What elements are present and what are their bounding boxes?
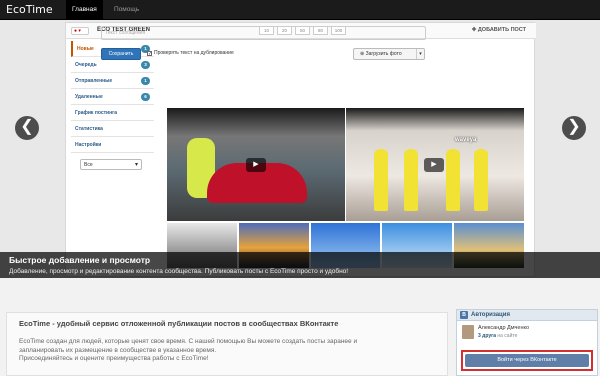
about-line: Присоединяйтесь и оцените преимущества р… [19, 355, 209, 362]
auth-title: Авторизация [471, 312, 510, 318]
caption-title: Быстрое добавление и просмотр [9, 255, 151, 265]
about-text: EcoTime создан для людей, которые ценят … [19, 338, 435, 364]
about-line: EcoTime создан для людей, которые ценят … [19, 338, 358, 345]
auth-user-name[interactable]: Александр Дмченко [478, 325, 529, 331]
add-post-button[interactable]: ✚ ДОБАВИТЬ ПОСТ [472, 27, 526, 33]
sidebar-item-label: Статистика [75, 126, 103, 132]
about-line: запланировать их размещение в сообществе… [19, 346, 217, 354]
vk-login-button[interactable]: Войти через ВКонтакте [465, 354, 589, 367]
sidebar-item-label: График постинга [75, 110, 118, 116]
sidebar-item-label: Отправленные [75, 78, 113, 84]
play-icon[interactable]: ▶ [246, 158, 266, 172]
carousel-prev-icon[interactable]: ❮ [15, 116, 39, 140]
nav-help[interactable]: Помощь [108, 0, 145, 20]
slide-caption: Быстрое добавление и просмотр Добавление… [0, 252, 600, 278]
auth-friends: 3 друга на сайте [478, 333, 517, 339]
dancer-figure [446, 149, 460, 211]
sidebar-item-sent[interactable]: Отправленные 1 [71, 73, 154, 89]
dancer-figure [404, 149, 418, 211]
sidebar-item-label: Настройки [75, 142, 102, 148]
video-thumbnail-dance[interactable]: waveya ▶ [346, 108, 524, 221]
video-thumbnail-car[interactable]: ▶ [167, 108, 345, 221]
sidebar-item-schedule[interactable]: График постинга [71, 105, 154, 121]
count-badge: 6 [141, 93, 150, 101]
nav-home[interactable]: Главная [66, 0, 103, 20]
sidebar-item-stats[interactable]: Статистика [71, 121, 154, 137]
friends-suffix: на сайте [497, 333, 518, 339]
sidebar-item-label: Новые [77, 46, 94, 52]
count-badge: 3 [141, 61, 150, 69]
play-icon[interactable]: ▶ [424, 158, 444, 172]
dup-check[interactable]: ✓ Проверять текст на дублирование [147, 50, 234, 56]
save-button[interactable]: Сохранить [101, 48, 141, 60]
carousel-next-icon[interactable]: ❯ [562, 116, 586, 140]
avatar [462, 325, 474, 339]
brand-logo[interactable]: EcoTime [6, 3, 53, 16]
app-sidebar: Новые 1 Очередь 3 Отправленные 1 Удаленные 6… [71, 41, 154, 170]
filter-select[interactable]: Все [80, 159, 142, 170]
sidebar-item-label: Удаленные [75, 94, 103, 100]
friends-count: 3 друга [478, 333, 496, 339]
checkbox-icon[interactable]: ✓ [147, 50, 152, 56]
message-input[interactable]: Текст сообщения [101, 26, 426, 40]
video-watermark: waveya [455, 137, 477, 143]
auth-widget: В Авторизация Александр Дмченко 3 друга … [456, 309, 598, 376]
sidebar-item-settings[interactable]: Настройки [71, 137, 154, 153]
upload-photo-label: ⊕ Загрузить фото [360, 51, 402, 57]
dancer-figure [374, 149, 388, 211]
sidebar-item-deleted[interactable]: Удаленные 6 [71, 89, 154, 105]
auth-header: В Авторизация [457, 310, 597, 321]
vk-login-highlight: Войти через ВКонтакте [461, 350, 593, 371]
about-title: EcoTime - удобный сервис отложенной публ… [19, 319, 339, 328]
dancer-figure [474, 149, 488, 211]
flag-dropdown[interactable]: ● ▾ [71, 27, 89, 35]
caption-text: Добавление, просмотр и редактирование ко… [9, 268, 349, 275]
top-navbar: EcoTime Главная Помощь [0, 0, 600, 20]
about-panel: EcoTime - удобный сервис отложенной публ… [6, 312, 448, 376]
vk-icon: В [460, 311, 468, 319]
dup-check-label: Проверять текст на дублирование [154, 50, 234, 56]
upload-photo-button[interactable]: ⊕ Загрузить фото ▾ [353, 48, 425, 60]
chevron-down-icon[interactable]: ▾ [416, 49, 424, 59]
sidebar-item-label: Очередь [75, 62, 97, 68]
count-badge: 1 [141, 77, 150, 85]
